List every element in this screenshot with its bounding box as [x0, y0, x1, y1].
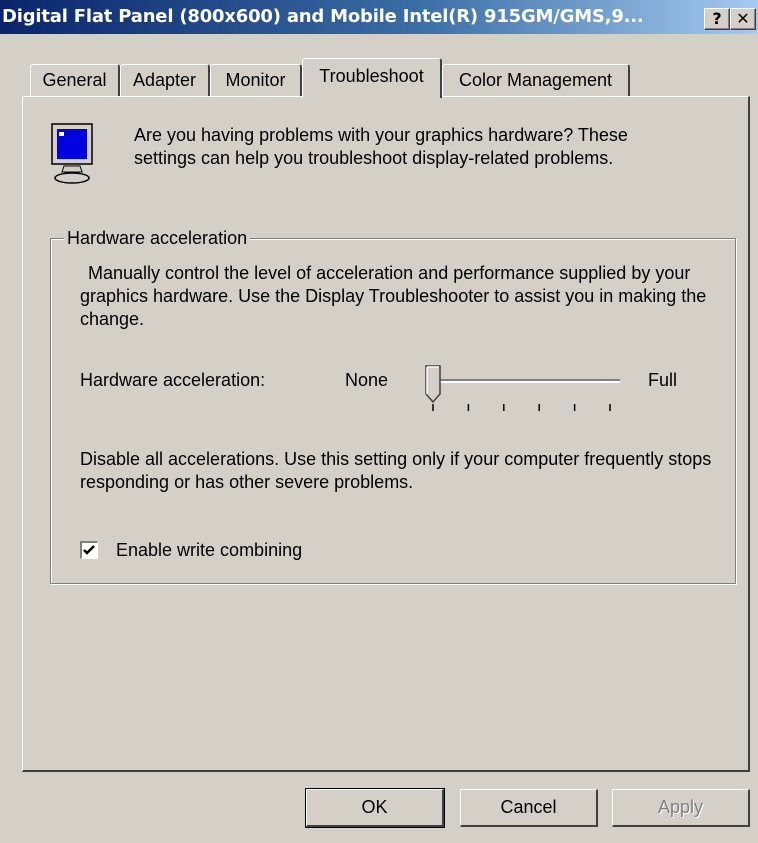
close-icon: ✕: [736, 9, 750, 28]
ok-button[interactable]: OK: [305, 788, 445, 828]
help-button[interactable]: ?: [704, 8, 730, 30]
write-combining-label[interactable]: Enable write combining: [116, 540, 302, 561]
apply-label: Apply: [657, 797, 704, 817]
slider-min-label: None: [345, 370, 389, 390]
slider-thumb[interactable]: [425, 365, 441, 404]
group-description: Manually control the level of accelerati…: [80, 263, 707, 329]
tab-label: Troubleshoot: [319, 66, 424, 86]
slider-max-label: Full: [648, 370, 678, 390]
group-legend: Hardware acceleration: [64, 228, 251, 249]
title-bar[interactable]: Digital Flat Panel (800x600) and Mobile …: [0, 0, 758, 34]
window-title: Digital Flat Panel (800x600) and Mobile …: [2, 6, 644, 27]
intro-text: Are you having problems with your graphi…: [134, 125, 628, 168]
tab-color-management[interactable]: Color Management: [442, 64, 630, 98]
setting-description: Disable all accelerations. Use this sett…: [80, 449, 712, 492]
tab-label: Color Management: [458, 70, 613, 90]
slider-label: Hardware acceleration:: [80, 370, 266, 390]
close-button[interactable]: ✕: [730, 8, 756, 30]
acceleration-slider[interactable]: [420, 364, 626, 416]
ok-label: OK: [361, 797, 388, 817]
checkmark-icon: [83, 545, 95, 555]
help-icon: ?: [712, 9, 722, 28]
cancel-button[interactable]: Cancel: [460, 789, 598, 827]
tab-general[interactable]: General: [30, 64, 120, 98]
write-combining-checkbox[interactable]: [80, 541, 98, 559]
apply-button: Apply: [612, 789, 750, 827]
tab-label: Adapter: [132, 70, 197, 90]
tab-monitor[interactable]: Monitor: [210, 64, 302, 98]
tab-label: Monitor: [225, 70, 286, 90]
tab-troubleshoot[interactable]: Troubleshoot: [302, 58, 442, 98]
tab-adapter[interactable]: Adapter: [120, 64, 210, 98]
tab-label: General: [42, 70, 107, 90]
monitor-icon: [51, 123, 93, 184]
cancel-label: Cancel: [500, 797, 557, 817]
